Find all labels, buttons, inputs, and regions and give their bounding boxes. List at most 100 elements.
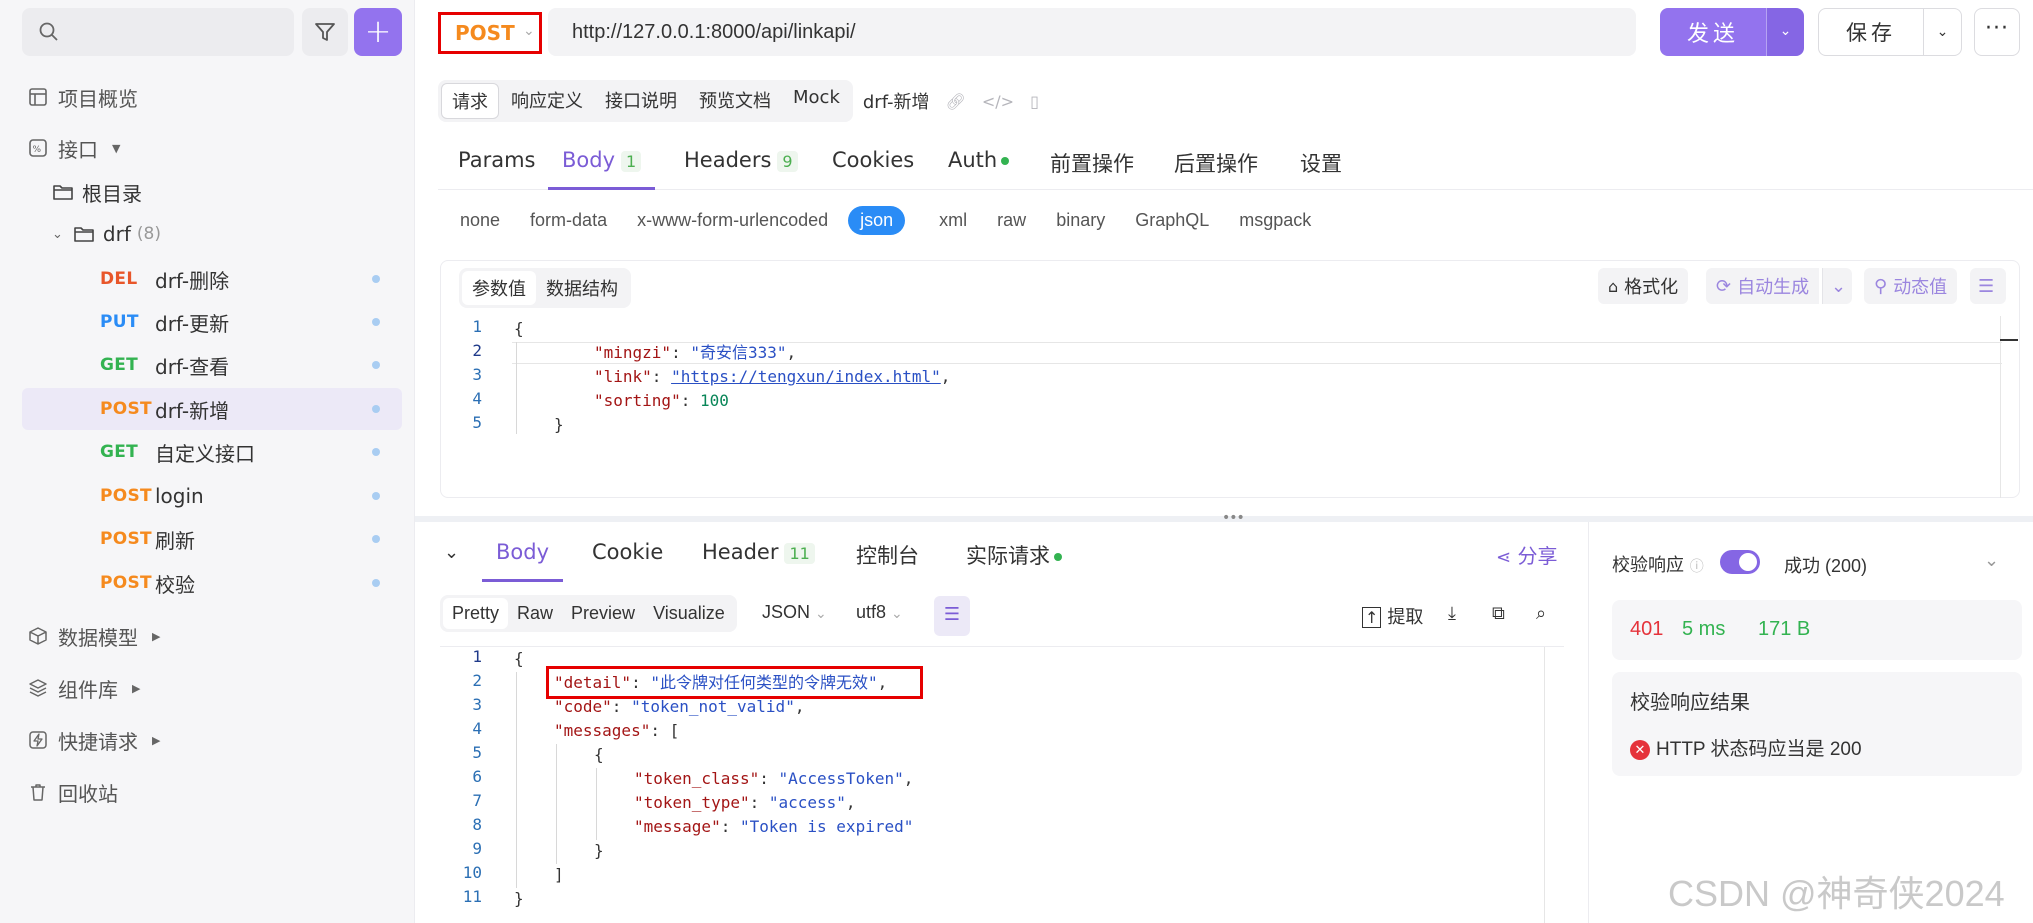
tab-data-schema[interactable]: 数据结构: [536, 271, 628, 305]
tab-params[interactable]: Params: [458, 148, 536, 190]
response-type-select[interactable]: JSON ⌄: [762, 602, 827, 623]
download-icon[interactable]: ⤓: [1448, 603, 1456, 624]
format-button[interactable]: ⌂ 格式化: [1598, 268, 1689, 304]
nav-recycle[interactable]: 回收站: [28, 777, 118, 807]
code-line: "sorting": 100: [594, 391, 729, 410]
tab-console[interactable]: 控制台: [856, 540, 919, 582]
tab-preview[interactable]: Preview: [562, 598, 644, 629]
tab-raw[interactable]: Raw: [508, 598, 562, 629]
tab-settings[interactable]: 设置: [1300, 148, 1342, 190]
code-line: {: [514, 649, 524, 668]
body-type-form-data[interactable]: form-data: [530, 206, 607, 235]
validate-toggle[interactable]: [1720, 550, 1760, 574]
encoding-select[interactable]: utf8 ⌄: [856, 602, 903, 623]
line-number: 9: [472, 839, 482, 858]
tab-api-desc[interactable]: 接口说明: [595, 83, 687, 119]
search-icon[interactable]: ⌕: [1536, 603, 1546, 624]
tree-folder-drf[interactable]: ⌄ drf (8): [52, 213, 161, 255]
tab-headers[interactable]: Headers 9: [684, 148, 798, 190]
tab-cookies[interactable]: Cookies: [832, 148, 914, 190]
code-line: }: [554, 413, 564, 437]
search-icon: [39, 22, 58, 41]
help-icon[interactable]: ⓘ: [1690, 559, 1704, 575]
dynamic-value-button[interactable]: ⚲ 动态值: [1864, 268, 1958, 304]
share-button[interactable]: ⋖ 分享: [1496, 540, 1557, 569]
code-line: "mingzi": "奇安信333",: [594, 343, 797, 362]
tab-mock[interactable]: Mock: [783, 83, 850, 119]
copy-icon[interactable]: ⧉: [1492, 603, 1505, 624]
tab-response-header[interactable]: Header 11: [702, 540, 815, 582]
tab-param-values[interactable]: 参数值: [462, 271, 536, 305]
tab-response-cookie[interactable]: Cookie: [592, 540, 663, 582]
tab-actual-request[interactable]: 实际请求: [966, 540, 1062, 582]
tab-pre-ops[interactable]: 前置操作: [1050, 148, 1134, 190]
link-icon[interactable]: 🔗︎: [946, 92, 966, 111]
body-type-none[interactable]: none: [460, 206, 500, 235]
api-item-active[interactable]: POST drf-新增: [22, 388, 402, 430]
tree-root[interactable]: 根目录: [52, 171, 142, 213]
collapse-chevron-icon[interactable]: ⌄: [444, 542, 459, 584]
tab-response-def[interactable]: 响应定义: [501, 83, 593, 119]
layers-icon: [29, 679, 47, 697]
tab-auth[interactable]: Auth: [948, 148, 1010, 190]
body-type-graphql[interactable]: GraphQL: [1135, 206, 1209, 235]
body-type-json[interactable]: json: [848, 206, 906, 235]
wrap-button[interactable]: ☰: [1970, 268, 2006, 304]
search-input[interactable]: [22, 8, 294, 56]
body-type-raw[interactable]: raw: [997, 206, 1026, 235]
method-select[interactable]: POST ⌄: [438, 12, 542, 54]
api-item[interactable]: GET 自定义接口: [22, 431, 402, 473]
status-select[interactable]: 成功 (200): [1784, 552, 1867, 578]
body-type-urlencoded[interactable]: x-www-form-urlencoded: [637, 206, 828, 235]
response-stats: 401 5 ms 171 B: [1612, 600, 2022, 660]
chevron-down-icon[interactable]: ⌄: [1984, 550, 1999, 571]
save-button[interactable]: 保存: [1818, 8, 1924, 56]
api-item[interactable]: DEL drf-删除: [22, 258, 402, 300]
auto-generate-button[interactable]: ⟳ 自动生成: [1706, 268, 1820, 304]
tab-preview-doc[interactable]: 预览文档: [689, 83, 781, 119]
nav-data-models[interactable]: 数据模型 ▶: [28, 621, 160, 651]
api-item[interactable]: POST 刷新: [22, 518, 402, 560]
body-type-xml[interactable]: xml: [939, 206, 967, 235]
save-label: 保存: [1846, 21, 1896, 45]
save-dropdown-button[interactable]: ⌄: [1924, 8, 1962, 56]
scrollbar[interactable]: [2000, 316, 2018, 498]
api-item[interactable]: POST login: [22, 475, 402, 517]
api-item[interactable]: POST 校验: [22, 562, 402, 604]
nav-data-models-label: 数据模型: [58, 625, 138, 650]
nav-api[interactable]: % 接口 ▼: [28, 133, 120, 163]
drag-handle-icon[interactable]: •••: [1222, 510, 1245, 526]
tab-body[interactable]: Body 1: [548, 148, 656, 190]
nav-overview[interactable]: 项目概览: [28, 82, 138, 112]
api-item[interactable]: GET drf-查看: [22, 344, 402, 386]
line-number: 3: [472, 695, 482, 714]
send-button[interactable]: 发送: [1660, 8, 1766, 56]
tab-request[interactable]: 请求: [441, 83, 499, 119]
tab-visualize[interactable]: Visualize: [644, 598, 734, 629]
scrollbar-thumb[interactable]: [2000, 339, 2018, 341]
tree-folder-label: drf: [102, 222, 131, 246]
status-dot: [372, 361, 380, 369]
api-icon: %: [29, 139, 47, 157]
panel-icon[interactable]: ▯: [1030, 92, 1039, 111]
send-dropdown-button[interactable]: ⌄: [1766, 8, 1804, 56]
tab-post-ops[interactable]: 后置操作: [1174, 148, 1258, 190]
tab-pretty[interactable]: Pretty: [443, 598, 509, 629]
tab-response-body[interactable]: Body: [482, 540, 564, 582]
body-type-binary[interactable]: binary: [1056, 206, 1105, 235]
body-type-msgpack[interactable]: msgpack: [1239, 206, 1311, 235]
nav-quick-request[interactable]: 快捷请求 ▶: [28, 725, 160, 755]
auto-generate-dropdown[interactable]: ⌄: [1822, 268, 1852, 304]
wrap-lines-button[interactable]: ☰: [934, 596, 970, 636]
scrollbar[interactable]: [1544, 647, 1564, 923]
url-input[interactable]: http://127.0.0.1:8000/api/linkapi/: [548, 8, 1636, 56]
nav-components[interactable]: 组件库 ▶: [28, 673, 140, 703]
filter-button[interactable]: [302, 8, 348, 56]
more-button[interactable]: ···: [1974, 8, 2020, 56]
api-item[interactable]: PUT drf-更新: [22, 301, 402, 343]
add-button[interactable]: +: [354, 8, 402, 56]
extract-button[interactable]: ↑ 提取: [1362, 603, 1423, 629]
api-name: login: [155, 484, 204, 508]
code-icon[interactable]: </>: [982, 92, 1014, 111]
error-icon: ✕: [1630, 739, 1650, 760]
